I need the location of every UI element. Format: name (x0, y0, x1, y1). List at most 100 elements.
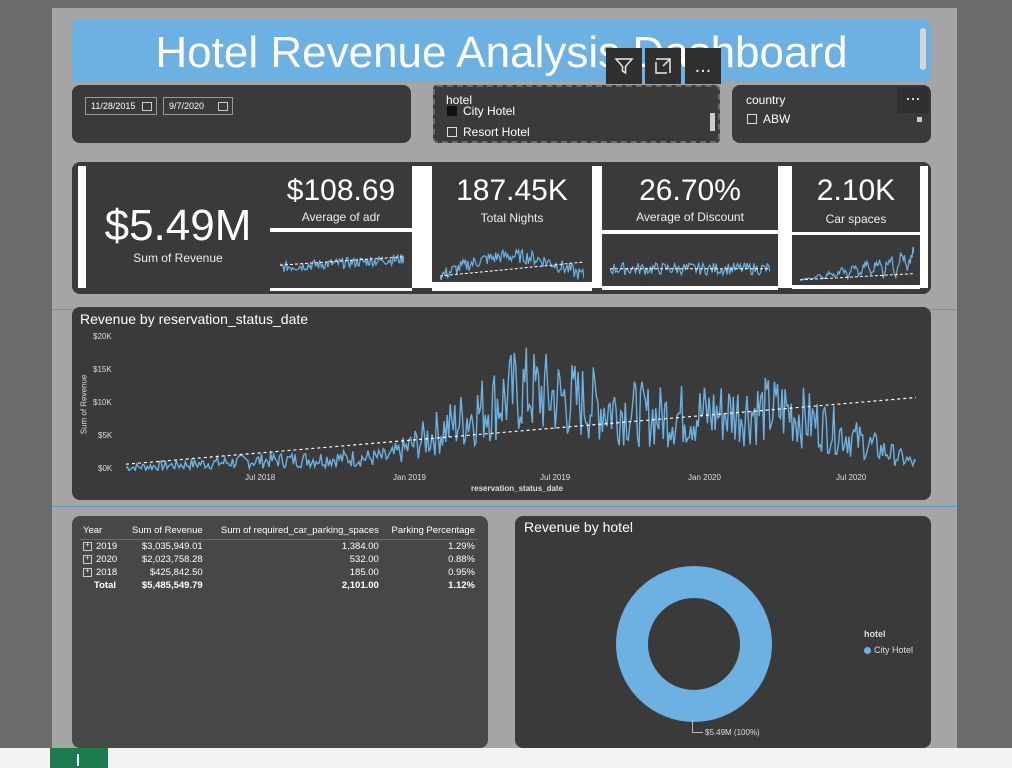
divider (592, 166, 602, 288)
page-title: Hotel Revenue Analysis Dashboard (155, 28, 848, 77)
cell-parking: 1,384.00 (341, 541, 379, 552)
nights-sparkline (440, 247, 584, 280)
x-axis-label: reservation_status_date (471, 484, 564, 493)
divider (778, 166, 792, 288)
country-slicer-title: country (746, 93, 786, 107)
kpi-car-label: Car spaces (825, 212, 887, 226)
col-header-revenue[interactable]: Sum of Revenue (123, 522, 206, 540)
filter-icon[interactable] (606, 48, 642, 84)
option-label: City Hotel (463, 104, 516, 118)
status-bar (0, 748, 1012, 768)
cell-pct: 0.88% (448, 554, 475, 565)
adr-sparkline (280, 253, 404, 273)
cell-parking: 185.00 (349, 567, 379, 578)
donut-chart[interactable] (614, 564, 774, 724)
slicer-scrollbar[interactable] (710, 113, 715, 131)
sparkline-series (280, 253, 404, 273)
country-option-abw[interactable]: ABW (747, 112, 790, 126)
total-revenue: $5,485,549.79 (141, 580, 203, 591)
kpi-adr-value: $108.69 (286, 174, 396, 207)
car-sparkline (800, 246, 914, 281)
more-options-label: ... (694, 54, 712, 77)
x-tick: Jan 2019 (393, 473, 426, 482)
kpi-adr-label: Average of adr (301, 210, 381, 224)
x-tick: Jul 2019 (540, 473, 571, 482)
checkbox[interactable] (447, 127, 457, 137)
chart-title: Revenue by reservation_status_date (80, 311, 309, 327)
divider (270, 288, 412, 291)
legend-item[interactable]: City Hotel (864, 645, 913, 655)
start-date-input[interactable]: 11/28/2015 (85, 97, 157, 115)
header-label: Sum of required_car_parking_spaces (220, 525, 379, 536)
app-tab[interactable] (50, 748, 108, 768)
total-parking: 2,101.00 (341, 580, 379, 591)
revenue-line-plot[interactable] (126, 335, 916, 471)
divider (270, 228, 412, 232)
leader-line (692, 720, 703, 733)
country-more-button[interactable]: ... (897, 85, 929, 113)
expand-icon[interactable]: + (83, 541, 92, 551)
calendar-icon[interactable] (218, 102, 228, 111)
divider (432, 282, 592, 291)
expand-icon[interactable]: + (83, 567, 92, 577)
section-line (52, 506, 957, 507)
legend-dot-icon (864, 646, 871, 654)
y-tick: $5K (98, 431, 113, 440)
total-label: Total (94, 580, 116, 591)
more-options-button[interactable]: ... (685, 48, 721, 84)
scrollbar[interactable] (920, 28, 926, 70)
divider (792, 285, 920, 289)
y-tick: $10K (93, 398, 112, 407)
legend-title: hotel (864, 629, 886, 639)
kpi-discount-value: 26.70% (639, 174, 741, 207)
kpi-discount-label: Average of Discount (636, 210, 744, 224)
table-row[interactable]: +2018 $425,842.50 185.00 0.95% (80, 566, 478, 579)
divider (78, 166, 86, 288)
checkbox[interactable] (747, 114, 757, 124)
total-pct: 1.12% (448, 580, 475, 591)
revenue-matrix[interactable]: Year Sum of Revenue Sum of required_car_… (80, 522, 478, 592)
option-label: Resort Hotel (463, 125, 530, 139)
cell-revenue: $425,842.50 (149, 567, 203, 578)
row-year: 2019 (96, 541, 118, 552)
slicer-scrollbar[interactable] (917, 117, 922, 122)
start-date-value: 11/28/2015 (91, 101, 136, 111)
cell-pct: 1.29% (448, 541, 475, 552)
x-tick: Jan 2020 (688, 473, 721, 482)
cell-parking: 532.00 (349, 554, 379, 565)
table-row[interactable]: +2019 $3,035,949.01 1,384.00 1.29% (80, 540, 478, 554)
divider (602, 286, 778, 290)
x-tick: Jul 2020 (836, 473, 867, 482)
legend-label: City Hotel (874, 645, 914, 655)
divider (412, 166, 432, 288)
kpi-nights-label: Total Nights (480, 211, 544, 225)
row-year: 2020 (96, 554, 118, 565)
donut-slice-city-hotel[interactable] (616, 566, 772, 722)
hotel-option-resort[interactable]: Resort Hotel (447, 125, 530, 139)
y-tick: $15K (93, 365, 112, 374)
kpi-revenue-value: $5.49M (104, 201, 252, 250)
expand-icon[interactable]: + (83, 554, 92, 564)
kpi-nights-value: 187.45K (456, 174, 568, 207)
sparkline-series (440, 247, 584, 280)
calendar-icon[interactable] (142, 102, 152, 111)
col-header-parking[interactable]: Sum of required_car_parking_spaces (205, 522, 382, 540)
focus-mode-icon[interactable] (645, 48, 681, 84)
col-header-pct[interactable]: Parking Percentage (381, 522, 478, 540)
col-header-year[interactable]: Year (80, 522, 124, 540)
divider (792, 232, 920, 235)
y-axis-label: Sum of Revenue (79, 374, 89, 435)
x-tick: Jul 2018 (245, 473, 276, 482)
row-year: 2018 (96, 567, 118, 578)
cell-revenue: $2,023,758.28 (141, 554, 203, 565)
donut-title: Revenue by hotel (524, 519, 633, 535)
total-row: Total $5,485,549.79 2,101.00 1.12% (80, 579, 478, 592)
hotel-option-city[interactable]: City Hotel (447, 104, 515, 118)
end-date-value: 9/7/2020 (169, 101, 205, 111)
end-date-input[interactable]: 9/7/2020 (163, 97, 233, 115)
divider (602, 230, 778, 234)
y-tick: $0K (98, 464, 113, 473)
table-row[interactable]: +2020 $2,023,758.28 532.00 0.88% (80, 553, 478, 566)
checkbox[interactable] (447, 106, 457, 116)
cell-revenue: $3,035,949.01 (141, 541, 203, 552)
